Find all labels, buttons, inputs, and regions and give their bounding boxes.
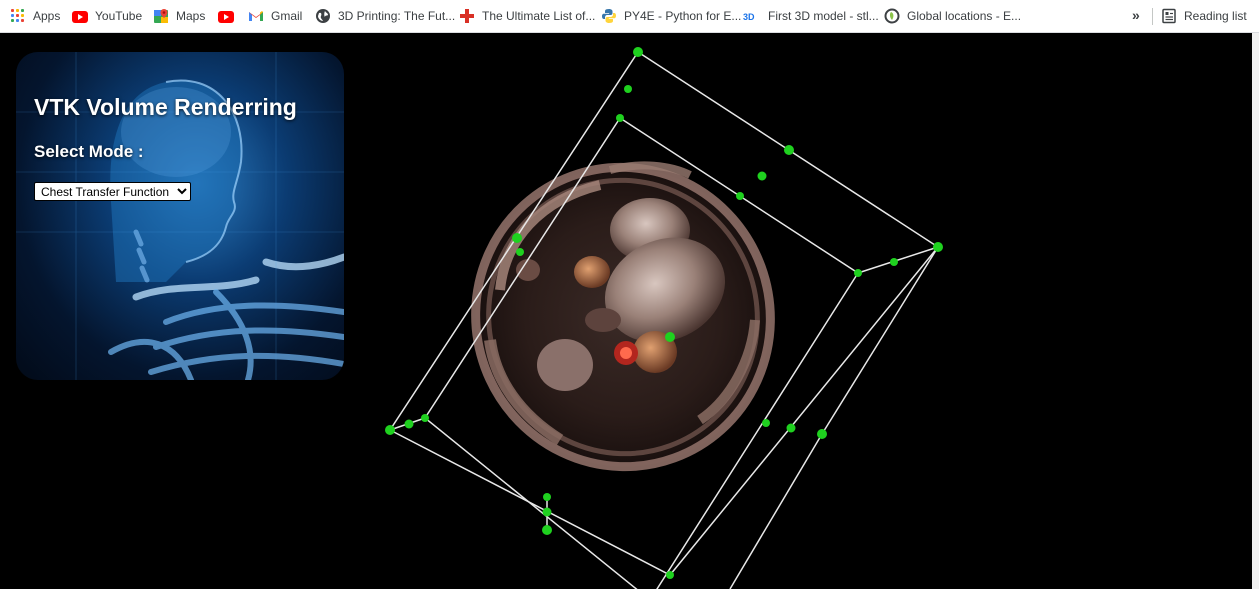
widget-handle bbox=[736, 192, 744, 200]
leaf-icon bbox=[884, 8, 900, 24]
globe-icon bbox=[315, 8, 331, 24]
gmail-icon bbox=[248, 8, 264, 24]
reading-list-label: Reading list bbox=[1184, 9, 1247, 23]
widget-handle bbox=[784, 145, 794, 155]
widget-handle bbox=[633, 47, 643, 57]
apps-grid-icon bbox=[10, 8, 26, 24]
python-icon bbox=[601, 8, 617, 24]
bookmark-3d-printing[interactable]: 3D Printing: The Fut... bbox=[315, 6, 455, 26]
reading-list-icon bbox=[1161, 8, 1177, 24]
bookmarks-overflow-button[interactable]: » bbox=[1132, 7, 1140, 23]
bookmark-label: First 3D model - stl... bbox=[768, 9, 879, 23]
widget-handle bbox=[616, 114, 624, 122]
bookmark-first-3d-model[interactable]: 3D First 3D model - stl... bbox=[743, 6, 879, 26]
bookmark-label: 3D Printing: The Fut... bbox=[338, 9, 456, 23]
bookmark-py4e[interactable]: PY4E - Python for E... bbox=[601, 6, 741, 26]
bookmark-ultimate-list[interactable]: The Ultimate List of... bbox=[459, 6, 595, 26]
widget-handle bbox=[817, 429, 827, 439]
bookmark-gmail[interactable]: Gmail bbox=[248, 6, 302, 26]
bookmark-label: Maps bbox=[176, 9, 206, 23]
bookmark-youtube-2[interactable] bbox=[218, 6, 241, 26]
3d-logo-icon: 3D bbox=[743, 8, 761, 24]
bookmarks-bar: Apps YouTube Maps Gmail 3D Printing: The… bbox=[0, 0, 1259, 33]
reading-list-button[interactable]: Reading list bbox=[1161, 6, 1247, 26]
google-maps-icon bbox=[153, 8, 169, 24]
widget-handle bbox=[542, 525, 552, 535]
widget-handle bbox=[666, 571, 674, 579]
widget-handle bbox=[543, 493, 551, 501]
youtube-icon bbox=[72, 11, 88, 23]
bookmark-label: Apps bbox=[33, 9, 61, 23]
widget-handle bbox=[786, 423, 796, 433]
page-scrollbar[interactable] bbox=[1252, 33, 1259, 589]
bookmark-label: PY4E - Python for E... bbox=[624, 9, 742, 23]
widget-handle bbox=[624, 85, 632, 93]
bookmark-label: The Ultimate List of... bbox=[482, 9, 596, 23]
widget-handle bbox=[542, 507, 552, 517]
page-title: VTK Volume Renderring bbox=[34, 94, 297, 120]
widget-handle bbox=[665, 332, 675, 342]
toolbar-divider bbox=[1152, 8, 1153, 25]
mode-select-dropdown[interactable]: Chest Transfer Function bbox=[34, 182, 191, 201]
bookmark-maps[interactable]: Maps bbox=[153, 6, 205, 26]
widget-handle bbox=[762, 419, 770, 427]
widget-handle bbox=[854, 269, 862, 277]
bookmark-apps[interactable]: Apps bbox=[10, 6, 60, 26]
widget-handle bbox=[512, 233, 522, 243]
control-panel: VTK Volume Renderring Select Mode : Ches… bbox=[16, 52, 344, 380]
select-mode-label: Select Mode : bbox=[34, 142, 144, 161]
red-cross-icon bbox=[459, 8, 475, 24]
widget-handle bbox=[516, 248, 524, 256]
widget-handle bbox=[933, 242, 943, 252]
widget-handle bbox=[421, 414, 429, 422]
widget-handle bbox=[757, 171, 767, 181]
widget-handle bbox=[385, 425, 395, 435]
bookmark-label: YouTube bbox=[95, 9, 143, 23]
svg-text:3D: 3D bbox=[743, 12, 755, 22]
bookmark-youtube[interactable]: YouTube bbox=[72, 6, 142, 26]
widget-handle bbox=[404, 419, 414, 429]
bookmark-global-locations[interactable]: Global locations - E... bbox=[884, 6, 1021, 26]
youtube-icon bbox=[218, 11, 234, 23]
bookmark-label: Global locations - E... bbox=[907, 9, 1022, 23]
bookmark-label: Gmail bbox=[271, 9, 303, 23]
widget-handle bbox=[890, 258, 898, 266]
